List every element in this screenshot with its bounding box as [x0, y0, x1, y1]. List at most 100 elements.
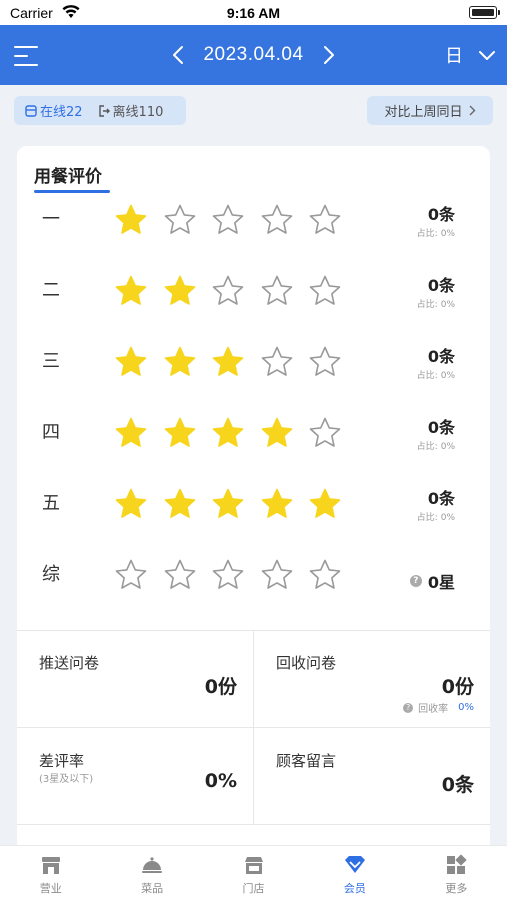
star-rating: [114, 274, 357, 308]
bad-review-title: 差评率: [39, 752, 85, 770]
rating-row-label: 四: [42, 422, 60, 443]
title-underline: [34, 190, 110, 193]
tab-label: 更多: [445, 882, 468, 895]
online-chip[interactable]: 在线22: [14, 101, 83, 120]
help-icon[interactable]: ?: [403, 702, 414, 713]
ratio-value: 0%: [440, 442, 455, 452]
prev-date-button[interactable]: [163, 40, 193, 70]
star-filled-icon: [308, 487, 342, 521]
status-bar: Carrier 9:16 AM: [0, 0, 507, 25]
rating-count: 0条: [427, 205, 455, 224]
help-icon[interactable]: ?: [409, 575, 422, 587]
rating-row: 四 0条占比: 0%: [17, 407, 490, 478]
rating-row: 三 0条 占比: 0%: [17, 336, 490, 407]
online-label: 在线22: [40, 105, 83, 120]
customer-message-cell[interactable]: 顾客留言 0条: [254, 728, 490, 825]
recover-survey-cell[interactable]: 回收问卷 0份 ? 回收率 0%: [254, 630, 490, 727]
star-rating: [114, 345, 357, 379]
ratio-value: 0%: [440, 513, 455, 523]
star-empty-icon: [211, 203, 245, 237]
star-filled-icon: [114, 487, 148, 521]
compare-last-week-button[interactable]: 对比上周同日: [367, 96, 493, 125]
rating-row-label: 三: [42, 351, 60, 372]
push-survey-cell[interactable]: 推送问卷 0份: [17, 630, 253, 727]
star-filled-icon: [163, 345, 197, 379]
compare-label: 对比上周同日: [384, 105, 463, 120]
rating-row: 五 0条 占比: 0%: [17, 478, 490, 549]
member-diamond-icon: [344, 856, 365, 873]
rating-ratio: 占比: 0%: [417, 368, 455, 381]
offline-label: 离线110: [112, 105, 164, 120]
period-selector[interactable]: 日: [445, 42, 495, 68]
star-filled-icon: [163, 416, 197, 450]
recover-survey-value: 0份: [441, 676, 474, 698]
rating-ratio: 占比: 0%: [417, 297, 455, 310]
rating-ratio: 占比: 0%: [417, 439, 455, 452]
star-empty-icon: [260, 558, 294, 592]
recover-rate: ? 回收率 0%: [403, 700, 474, 715]
star-rating: [114, 416, 357, 450]
ratio-value: 0%: [440, 300, 455, 310]
rating-row-label: 五: [42, 493, 60, 514]
bottom-tab-bar: 营业 菜品 门店 会员 更多: [0, 845, 507, 900]
rating-count: 0条: [427, 489, 455, 508]
rating-rows: 一 0条 占比: 0% 二 0条 占比: 0% 三 0条 占比: 0% 四 0条 占比: 0% 五 0条 占比: 0%…: [17, 194, 490, 620]
rating-count: 0条: [427, 418, 455, 437]
recover-rate-value: 0%: [458, 702, 474, 713]
tab-business[interactable]: 营业: [0, 846, 101, 900]
recover-rate-label: 回收率: [418, 704, 449, 715]
store-icon: [41, 857, 60, 874]
tab-store[interactable]: 门店: [203, 846, 304, 900]
star-filled-icon: [114, 274, 148, 308]
next-date-button[interactable]: [314, 40, 344, 70]
device-status-chips: 在线22 离线110: [14, 96, 186, 125]
dining-review-card: 用餐评价 一 0条 占比: 0% 二 0条 占比: 0% 三 0条 占比: 0% 四 0条 占比: 0% 五 0条…: [17, 146, 490, 866]
star-empty-icon: [163, 558, 197, 592]
star-filled-icon: [114, 345, 148, 379]
star-filled-icon: [211, 345, 245, 379]
star-empty-icon: [308, 274, 342, 308]
bad-review-rate-cell[interactable]: 差评率 (3星及以下) 0%: [17, 728, 253, 825]
card-title: 用餐评价: [34, 162, 110, 193]
star-empty-icon: [260, 274, 294, 308]
logout-icon: [98, 104, 110, 117]
tab-label: 门店: [242, 882, 265, 895]
tab-dishes[interactable]: 菜品: [101, 846, 202, 900]
summary-value-text: 0星: [427, 573, 455, 592]
ratio-label: 占比:: [416, 371, 438, 381]
star-filled-icon: [114, 416, 148, 450]
rating-row-label: 一: [42, 209, 60, 230]
rating-count: 0条: [427, 276, 455, 295]
battery-icon: [469, 6, 500, 19]
star-empty-icon: [308, 416, 342, 450]
star-filled-icon: [260, 487, 294, 521]
clock: 9:16 AM: [226, 5, 281, 21]
rating-row-label: 二: [42, 280, 60, 301]
rating-row: 二 0条占比: 0%: [17, 265, 490, 336]
current-date[interactable]: 2023.04.04: [203, 44, 303, 66]
push-survey-title: 推送问卷: [39, 654, 100, 672]
star-filled-icon: [114, 203, 148, 237]
tab-label: 营业: [39, 882, 62, 895]
star-filled-icon: [211, 416, 245, 450]
rating-summary-row: 综? 0星: [17, 549, 490, 620]
ratio-value: 0%: [440, 371, 455, 381]
more-grid-icon: [447, 854, 467, 874]
device-icon: [25, 104, 37, 117]
star-rating: [114, 203, 357, 237]
star-rating: [114, 487, 357, 521]
chevron-down-icon: [479, 45, 495, 66]
star-empty-icon: [308, 558, 342, 592]
offline-chip[interactable]: 离线110: [87, 101, 164, 120]
star-empty-icon: [211, 558, 245, 592]
star-filled-icon: [163, 274, 197, 308]
tab-member[interactable]: 会员: [304, 846, 405, 900]
star-empty-icon: [308, 345, 342, 379]
star-filled-icon: [211, 487, 245, 521]
top-nav-bar: 2023.04.04 日: [0, 25, 507, 85]
star-rating: [114, 558, 357, 592]
tab-label: 菜品: [141, 882, 164, 895]
star-empty-icon: [163, 203, 197, 237]
star-empty-icon: [211, 274, 245, 308]
tab-more[interactable]: 更多: [406, 846, 507, 900]
